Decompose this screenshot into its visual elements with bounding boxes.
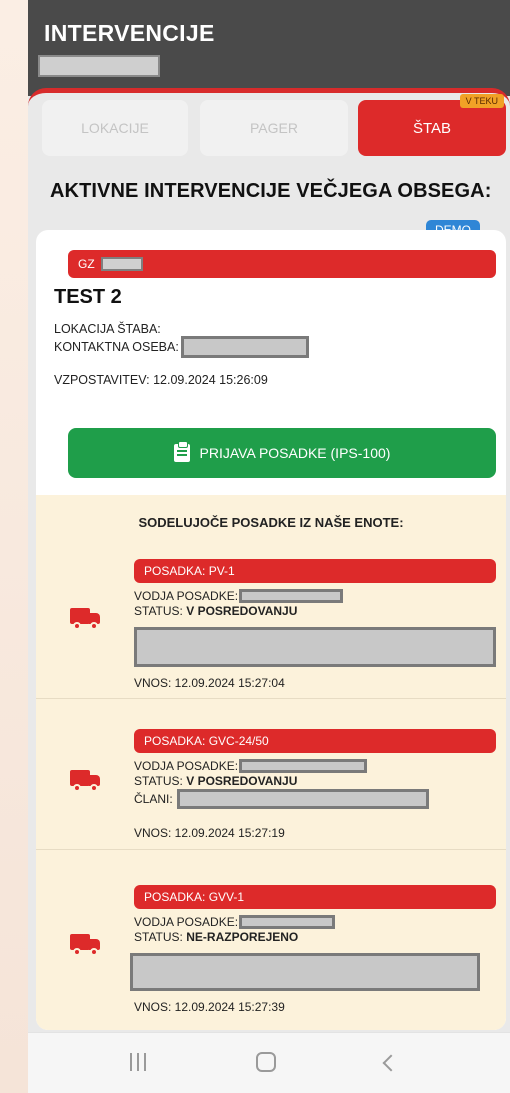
vodja-row: VODJA POSADKE: [134,589,344,603]
redacted-gz [100,257,143,271]
crew-bar: POSADKA: GVV-1 [134,885,496,909]
tab-pager[interactable]: PAGER [200,100,348,156]
section-title: AKTIVNE INTERVENCIJE VEČJEGA OBSEGA: [50,180,492,202]
vodja-label: VODJA POSADKE: [134,589,239,603]
status-badge: V TEKU [459,94,504,108]
vodja-label: VODJA POSADKE: [134,759,239,773]
tab-bar: LOKACIJE PAGER ŠTAB V TEKU [42,94,506,156]
divider [36,698,506,699]
crew-item[interactable]: POSADKA: GVV-1 VODJA POSADKE: STATUS: NE… [36,873,506,1023]
intervention-card: GZ TEST 2 LOKACIJA ŠTABA: KONTAKTNA OSEB… [36,230,506,1030]
clani-label: ČLANI: [134,792,173,806]
system-nav-bar [28,1032,510,1093]
vodja-row: VODJA POSADKE: [134,759,368,773]
app-screen: INTERVENCIJE LOKACIJE PAGER ŠTAB V TEKU … [28,0,510,1093]
clipboard-icon [173,441,190,462]
divider [36,849,506,850]
clani-row: ČLANI: [134,789,429,809]
status-value: V POSREDOVANJU [186,774,298,788]
crews-section: SODELUJOČE POSADKE IZ NAŠE ENOTE: POSADK… [36,495,506,1030]
redacted-details [130,953,480,991]
tab-stab[interactable]: ŠTAB V TEKU [358,94,506,156]
redacted-details [134,627,496,667]
kontakt-row: KONTAKTNA OSEBA: [54,336,309,358]
vzpostavitev-text: VZPOSTAVITEV: 12.09.2024 15:26:09 [54,373,268,387]
intervention-title: TEST 2 [54,286,122,308]
background-left [0,0,28,1093]
tab-lokacije[interactable]: LOKACIJE [42,100,188,156]
vodja-label: VODJA POSADKE: [134,915,239,929]
status-row: STATUS: V POSREDOVANJU [134,774,297,788]
page-title: INTERVENCIJE [44,20,215,46]
gz-bar: GZ [68,250,496,278]
vodja-row: VODJA POSADKE: [134,915,336,929]
redacted-clani [176,789,429,809]
vnos-text: VNOS: 12.09.2024 15:27:19 [134,826,285,840]
crew-item[interactable]: POSADKA: PV-1 VODJA POSADKE: STATUS: V P… [36,553,506,695]
crews-title: SODELUJOČE POSADKE IZ NAŠE ENOTE: [138,515,404,530]
status-label: STATUS: [134,774,183,788]
redacted-vodja [239,759,368,773]
redacted-subtitle [38,55,160,77]
button-label: PRIJAVA POSADKE (IPS-100) [199,445,391,461]
status-value: V POSREDOVANJU [186,604,298,618]
status-label: STATUS: [134,930,183,944]
status-row: STATUS: V POSREDOVANJU [134,604,297,618]
redacted-vodja [239,915,336,929]
back-icon[interactable] [382,1054,400,1072]
truck-icon [70,934,100,956]
lokacija-label: LOKACIJA ŠTABA: [54,322,161,336]
status-value: NE-RAZPOREJENO [186,930,299,944]
redacted-contact [180,336,309,358]
vnos-text: VNOS: 12.09.2024 15:27:04 [134,676,285,690]
status-label: STATUS: [134,604,183,618]
app-bar: INTERVENCIJE [28,0,510,96]
kontakt-label: KONTAKTNA OSEBA: [54,340,179,354]
status-row: STATUS: NE-RAZPOREJENO [134,930,298,944]
vnos-text: VNOS: 12.09.2024 15:27:39 [134,1000,285,1014]
tab-label: PAGER [250,120,298,136]
gz-label: GZ [78,257,95,271]
tab-label: ŠTAB [412,119,452,137]
recent-apps-icon[interactable] [130,1053,148,1071]
prijava-posadke-button[interactable]: PRIJAVA POSADKE (IPS-100) [68,428,496,478]
truck-icon [70,608,100,630]
crew-bar: POSADKA: PV-1 [134,559,496,583]
tab-label: LOKACIJE [81,120,149,136]
crew-bar: POSADKA: GVC-24/50 [134,729,496,753]
truck-icon [70,770,100,792]
home-icon[interactable] [256,1052,276,1072]
crew-item[interactable]: POSADKA: GVC-24/50 VODJA POSADKE: STATUS… [36,723,506,873]
redacted-vodja [239,589,344,603]
